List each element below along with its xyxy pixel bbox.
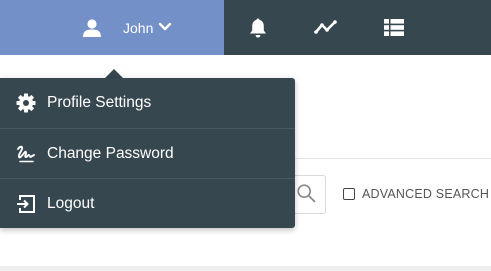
menu-item-change-password[interactable]: Change Password (0, 128, 295, 178)
user-dropdown-menu: Profile Settings Change Password Logout (0, 78, 295, 228)
gear-icon (16, 93, 36, 113)
logout-icon (17, 195, 35, 213)
user-name: John (123, 20, 154, 36)
bell-icon[interactable] (248, 17, 268, 39)
advanced-search-checkbox[interactable] (343, 188, 355, 200)
user-menu-toggle[interactable]: John (0, 0, 224, 55)
page-divider (0, 266, 491, 271)
search-icon (297, 184, 316, 203)
chevron-down-icon (158, 22, 172, 31)
menu-item-logout[interactable]: Logout (0, 178, 295, 228)
user-icon (83, 19, 101, 37)
activity-chart-icon[interactable] (314, 18, 338, 36)
list-icon[interactable] (384, 19, 404, 36)
menu-item-label: Profile Settings (47, 94, 152, 111)
menu-item-label: Change Password (47, 145, 174, 162)
menu-item-profile-settings[interactable]: Profile Settings (0, 78, 295, 128)
advanced-search-label[interactable]: ADVANCED SEARCH (362, 187, 489, 201)
top-navigation-bar: John (0, 0, 491, 55)
menu-item-label: Logout (47, 195, 95, 212)
signature-icon (17, 145, 35, 163)
